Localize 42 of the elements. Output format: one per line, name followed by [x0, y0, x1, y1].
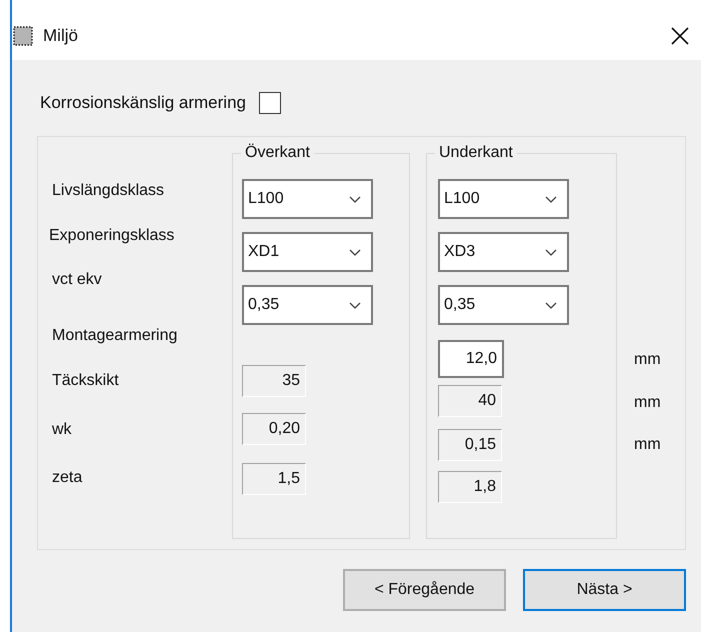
chevron-icon: [545, 302, 557, 308]
chevron-icon: [349, 302, 361, 308]
chevron-icon: [349, 248, 361, 256]
row-label: Exponeringsklass: [49, 226, 174, 246]
dropdown[interactable]: 0,35: [438, 285, 569, 325]
unit-label: mm: [634, 350, 661, 370]
input-field[interactable]: 0,15: [438, 429, 502, 461]
input-field[interactable]: 0,20: [242, 413, 306, 445]
chevron-icon: [545, 196, 557, 202]
row-label: Livslängdsklass: [51, 181, 164, 201]
chevron-icon: [349, 196, 361, 202]
checkbox-label: Korrosionskänslig armering: [40, 93, 246, 113]
row-label: vct ekv: [51, 270, 102, 290]
wizard-button[interactable]: Nästa >: [523, 569, 686, 611]
dropdown[interactable]: XD3: [438, 232, 569, 272]
unit-label: mm: [634, 393, 661, 413]
input-field[interactable]: 1,8: [438, 471, 502, 503]
row-label: Täckskikt: [51, 371, 119, 391]
dropdown-value: 0,35: [248, 296, 280, 314]
window-icon: [13, 26, 33, 46]
unit-label: mm: [634, 435, 661, 455]
input-field[interactable]: 1,5: [242, 463, 306, 495]
dropdown[interactable]: 0,35: [242, 285, 373, 325]
dropdown-value: L100: [248, 190, 285, 208]
dropdown-value: XD1: [248, 243, 280, 261]
chevron-icon: [545, 248, 557, 256]
dropdown-value: 0,35: [444, 296, 476, 314]
dropdown-value: XD3: [444, 243, 476, 261]
window-title: Miljö: [43, 26, 78, 46]
wizard-button[interactable]: < Föregående: [343, 569, 506, 611]
dropdown-value: L100: [444, 190, 481, 208]
input-field[interactable]: 40: [438, 385, 502, 417]
row-label: wk: [51, 420, 72, 440]
input-field[interactable]: 12,0: [438, 340, 504, 378]
input-field[interactable]: 35: [242, 365, 306, 397]
dropdown[interactable]: L100: [438, 179, 569, 219]
close-icon: [670, 26, 690, 46]
dropdown[interactable]: XD1: [242, 232, 373, 272]
checkbox[interactable]: [258, 92, 281, 114]
row-label: Montagearmering: [51, 326, 178, 346]
dropdown[interactable]: L100: [242, 179, 373, 219]
row-label: zeta: [51, 468, 82, 488]
